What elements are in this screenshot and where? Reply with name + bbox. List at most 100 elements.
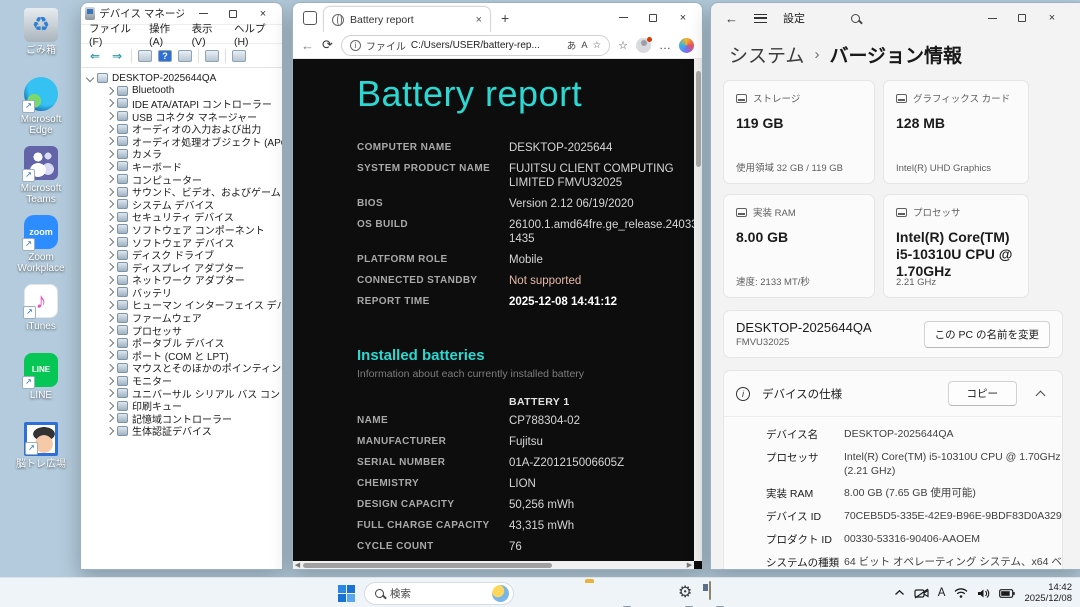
edge-button[interactable]	[616, 582, 638, 607]
address-bar[interactable]: i ファイル C:/Users/USER/battery-rep... あ A …	[340, 34, 611, 56]
computer-icon[interactable]	[232, 49, 246, 62]
vertical-scrollbar[interactable]	[694, 59, 702, 561]
favorite-star-icon[interactable]: ☆	[593, 40, 602, 51]
minimize-button[interactable]	[188, 13, 218, 14]
device-tree-root[interactable]: DESKTOP-2025644QA	[85, 72, 282, 85]
properties-icon[interactable]	[178, 49, 192, 62]
device-tree-item[interactable]: オーディオ処理オブジェクト (APO)	[97, 135, 282, 149]
maximize-button[interactable]	[1007, 14, 1037, 22]
settings-titlebar[interactable]: ← 設定 ×	[711, 3, 1080, 33]
breadcrumb-parent[interactable]: システム	[729, 41, 804, 68]
chevron-right-icon[interactable]	[105, 388, 115, 398]
menu-item[interactable]: 操作(A)	[149, 21, 179, 48]
minimize-button[interactable]	[608, 17, 638, 18]
more-menu-icon[interactable]: …	[659, 38, 671, 52]
device-tree-item[interactable]: 生体認証デバイス	[97, 425, 282, 437]
chevron-right-icon[interactable]	[105, 338, 115, 348]
desktop-icon[interactable]: iTunes	[8, 284, 74, 332]
tab-close-icon[interactable]: ×	[476, 14, 482, 26]
device-tree-item[interactable]: ファームウェア	[97, 311, 282, 325]
back-icon[interactable]: ←	[301, 38, 314, 53]
chevron-right-icon[interactable]	[105, 99, 115, 108]
file-explorer-button[interactable]	[585, 582, 607, 604]
menu-item[interactable]: ファイル(F)	[89, 21, 137, 48]
forward-icon[interactable]: ⇒	[109, 48, 125, 64]
chevron-right-icon[interactable]	[105, 300, 115, 310]
translate-icon[interactable]: あ	[567, 38, 577, 52]
browser-tab[interactable]: Battery report ×	[323, 6, 491, 32]
horizontal-scrollbar[interactable]: ◀ ▶	[293, 561, 694, 569]
chevron-right-icon[interactable]	[105, 414, 115, 423]
hamburger-menu-icon[interactable]	[754, 13, 767, 23]
desktop-icon[interactable]: Zoom Workplace	[8, 215, 74, 274]
search-icon[interactable]	[851, 13, 860, 23]
close-button[interactable]: ×	[1037, 12, 1067, 24]
chevron-down-icon[interactable]	[85, 74, 95, 83]
desktop-icon[interactable]: ごみ箱	[8, 8, 74, 56]
maximize-button[interactable]	[638, 13, 668, 22]
volume-icon[interactable]	[977, 588, 990, 599]
chevron-right-icon[interactable]	[105, 212, 115, 222]
taskbar-search[interactable]: 検索	[364, 581, 514, 605]
ime-mode-indicator[interactable]: A	[938, 587, 946, 599]
chevron-right-icon[interactable]	[105, 162, 115, 171]
collections-icon[interactable]: ☆	[618, 39, 628, 52]
microsoft-store-button[interactable]	[647, 582, 669, 604]
scan-hardware-icon[interactable]	[205, 49, 219, 62]
chevron-right-icon[interactable]	[105, 124, 115, 133]
desktop-icon[interactable]: LINE	[8, 353, 74, 401]
chevron-right-icon[interactable]	[105, 401, 115, 410]
weather-icon[interactable]	[492, 584, 509, 602]
chevron-right-icon[interactable]	[105, 313, 115, 322]
device-tree-item[interactable]: カメラ	[97, 148, 282, 161]
reload-icon[interactable]: ⟳	[322, 37, 333, 53]
copilot-icon[interactable]	[679, 37, 694, 53]
chevron-right-icon[interactable]	[105, 174, 115, 184]
device-manager-button[interactable]	[709, 581, 731, 607]
task-view-button[interactable]	[523, 582, 545, 604]
chevron-right-icon[interactable]	[105, 325, 115, 335]
menu-item[interactable]: 表示(V)	[192, 21, 222, 48]
chevron-right-icon[interactable]	[105, 237, 115, 247]
chevron-right-icon[interactable]	[105, 426, 115, 436]
wifi-icon[interactable]	[954, 588, 968, 598]
chevron-right-icon[interactable]	[105, 250, 115, 259]
help-icon[interactable]: ?	[158, 49, 172, 62]
show-icon[interactable]	[138, 49, 152, 62]
chevron-right-icon[interactable]	[105, 199, 115, 209]
chevron-right-icon[interactable]	[105, 137, 115, 146]
chevron-up-icon[interactable]	[1035, 390, 1046, 401]
camera-off-icon[interactable]	[914, 588, 929, 599]
desktop-icon[interactable]: 脳トレ広場	[8, 422, 74, 470]
chevron-right-icon[interactable]	[105, 187, 115, 196]
chevron-right-icon[interactable]	[105, 288, 115, 297]
back-icon[interactable]: ←	[725, 11, 738, 26]
rename-pc-button[interactable]: この PC の名前を変更	[923, 320, 1050, 348]
menu-item[interactable]: ヘルプ(H)	[234, 21, 274, 48]
desktop-icon[interactable]: Microsoft Edge	[8, 77, 74, 136]
device-tree-item[interactable]: ネットワーク アダプター	[97, 274, 282, 287]
battery-icon[interactable]	[999, 588, 1016, 598]
page-info-icon[interactable]: i	[349, 39, 361, 51]
device-tree-item[interactable]: マウスとそのほかのポインティング デバイス	[97, 362, 282, 375]
read-aloud-icon[interactable]: A	[581, 40, 587, 51]
profile-avatar[interactable]	[636, 36, 652, 53]
new-tab-button[interactable]: +	[501, 10, 509, 26]
chevron-right-icon[interactable]	[105, 363, 115, 373]
chevron-right-icon[interactable]	[105, 149, 115, 159]
maximize-button[interactable]	[218, 9, 248, 18]
chevron-right-icon[interactable]	[105, 86, 115, 96]
desktop-icon[interactable]: Microsoft Teams	[8, 146, 74, 205]
close-button[interactable]: ×	[668, 12, 698, 24]
tab-actions-icon[interactable]	[303, 10, 317, 25]
settings-button[interactable]: ⚙	[678, 582, 700, 607]
chevron-right-icon[interactable]	[105, 262, 115, 272]
device-tree-item[interactable]: ユニバーサル シリアル バス コントローラー	[97, 387, 282, 401]
taskbar-clock[interactable]: 14:42 2025/12/08	[1024, 582, 1072, 604]
back-icon[interactable]: ⇐	[87, 48, 103, 64]
chevron-right-icon[interactable]	[105, 275, 115, 285]
copilot-button[interactable]	[554, 582, 576, 604]
chevron-right-icon[interactable]	[105, 225, 115, 234]
hidden-icons-chevron[interactable]	[894, 589, 905, 597]
minimize-button[interactable]	[977, 17, 1007, 19]
